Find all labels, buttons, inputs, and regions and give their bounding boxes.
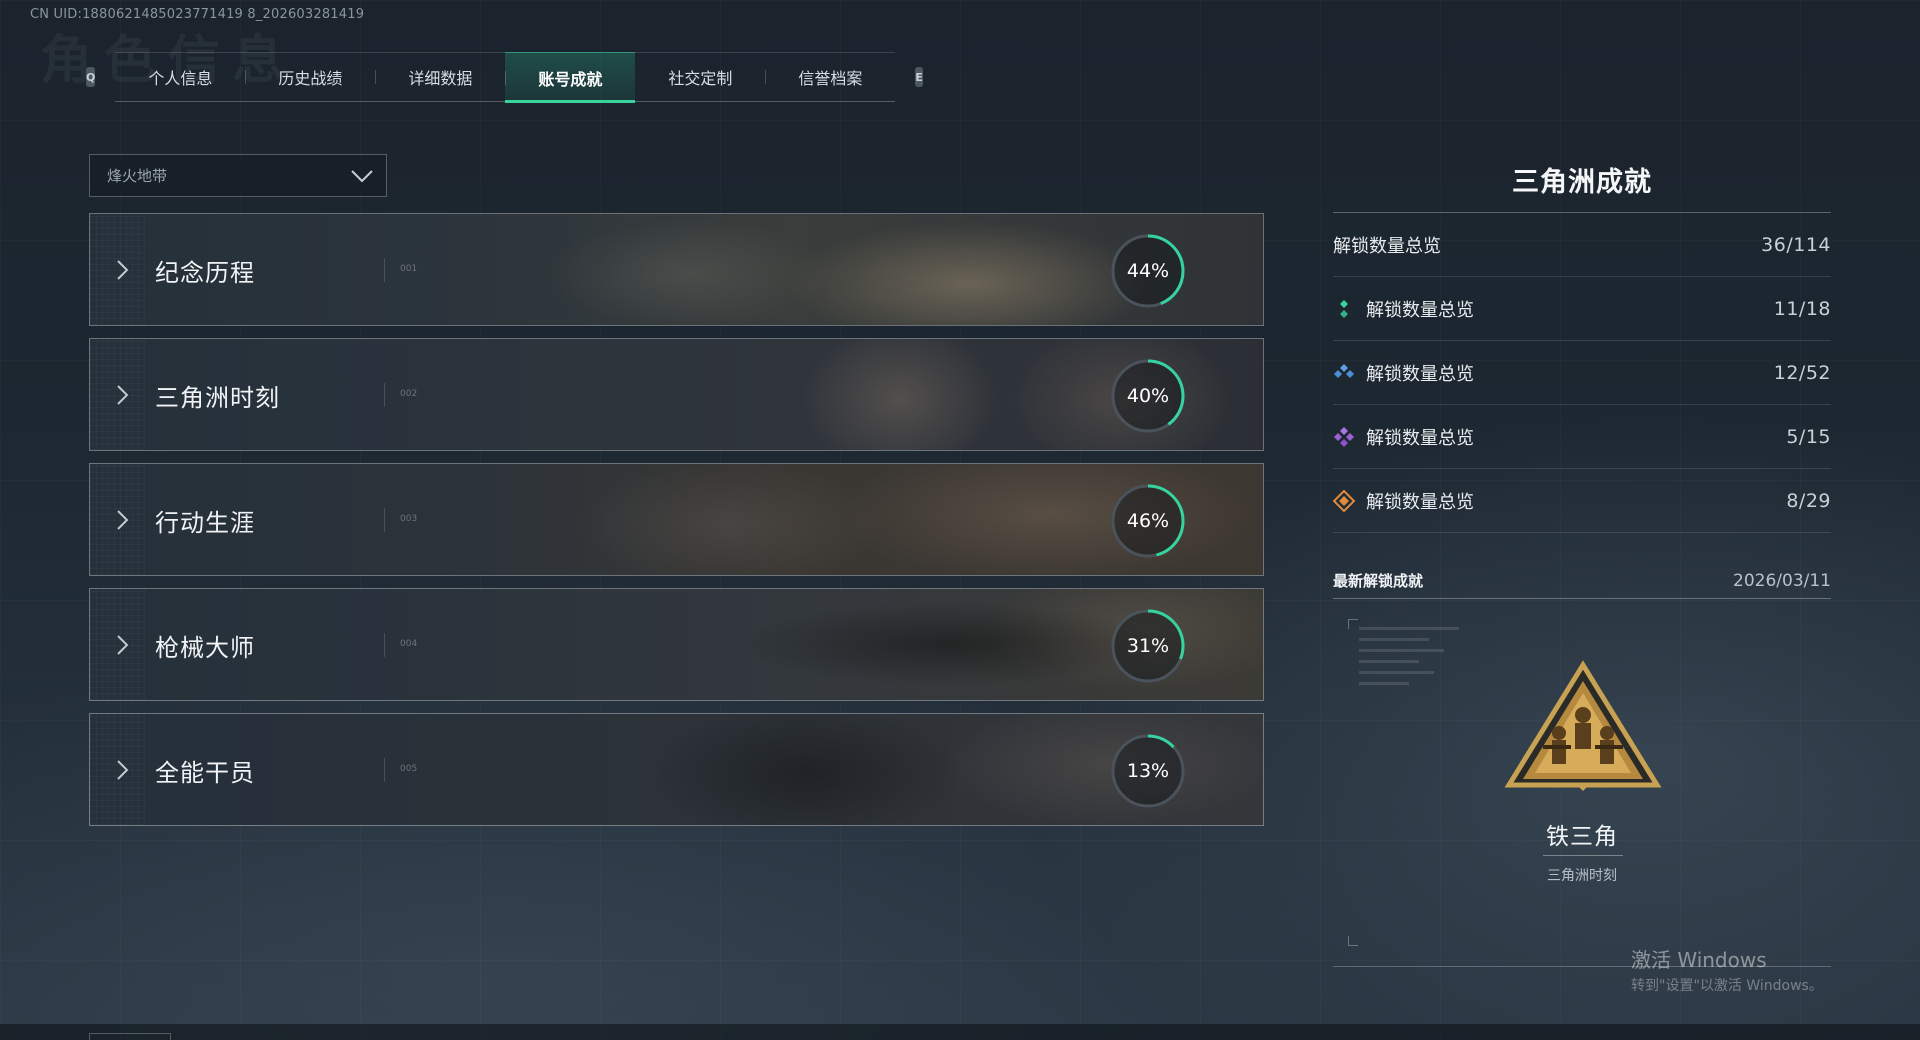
bottom-tab <box>89 1033 171 1040</box>
category-banner-image <box>90 464 1263 575</box>
latest-achievement-date: 2026/03/11 <box>1733 570 1831 591</box>
tier-unlock-row: 解锁数量总览 12/52 <box>1333 341 1831 405</box>
progress-percent: 40% <box>1126 385 1170 407</box>
purple-gem-icon <box>1334 426 1354 447</box>
chevron-right-icon <box>117 385 129 405</box>
tier-unlock-label: 解锁数量总览 <box>1366 299 1474 321</box>
tab-detailed-data[interactable]: 详细数据 <box>375 52 505 102</box>
tab-strip: 个人信息 历史战绩 详细数据 账号成就 社交定制 信誉档案 <box>115 52 896 103</box>
chevron-right-icon <box>117 635 129 655</box>
chevron-right-icon <box>117 760 129 780</box>
mode-select-value: 烽火地带 <box>107 167 168 185</box>
progress-percent: 31% <box>1126 635 1170 657</box>
category-code: 004 <box>400 639 418 649</box>
tab-personal-info[interactable]: 个人信息 <box>115 52 245 102</box>
category-row[interactable]: 全能干员 005 13% <box>89 713 1264 826</box>
category-code: 003 <box>400 514 418 524</box>
category-code: 002 <box>400 389 418 399</box>
tier-unlock-row: 解锁数量总览 8/29 <box>1333 469 1831 533</box>
latest-achievement-card[interactable]: 铁三角 三角洲时刻 <box>1333 599 1831 967</box>
latest-achievement-category: 三角洲时刻 <box>1547 868 1617 884</box>
category-code: 005 <box>400 764 418 774</box>
category-title: 纪念历程 <box>155 259 255 287</box>
green-gem-icon <box>1340 299 1348 318</box>
chevron-right-icon <box>117 260 129 280</box>
tier-unlock-label: 解锁数量总览 <box>1366 363 1474 385</box>
latest-achievement-label: 最新解锁成就 <box>1333 572 1424 590</box>
category-title: 枪械大师 <box>155 634 255 662</box>
tab-credit-profile[interactable]: 信誉档案 <box>765 52 895 102</box>
tab-account-achievements[interactable]: 账号成就 <box>505 52 636 103</box>
total-unlock-label: 解锁数量总览 <box>1333 235 1441 257</box>
panel-title: 三角洲成就 <box>1512 167 1652 198</box>
progress-percent: 13% <box>1126 760 1170 782</box>
category-title: 三角洲时刻 <box>155 384 280 412</box>
category-banner-image <box>90 589 1263 700</box>
tier-unlock-value: 8/29 <box>1786 489 1831 512</box>
iron-triangle-emblem-icon <box>1504 660 1662 791</box>
uid-label: CN UID:1880621485023771419 8_20260328141… <box>30 7 365 22</box>
q-key-hint[interactable]: Q <box>86 67 96 87</box>
tier-unlock-row: 解锁数量总览 11/18 <box>1333 277 1831 341</box>
latest-achievement-name: 铁三角 <box>1546 824 1618 850</box>
tab-match-history[interactable]: 历史战绩 <box>245 52 375 102</box>
progress-percent: 44% <box>1126 260 1170 282</box>
achievement-category-list: 纪念历程 001 44% 三角洲时刻 002 40% 行动生涯 003 46% … <box>89 213 1264 838</box>
category-row[interactable]: 行动生涯 003 46% <box>89 463 1264 576</box>
tier-unlock-value: 5/15 <box>1786 425 1831 448</box>
mode-select[interactable]: 烽火地带 <box>89 154 387 197</box>
category-title: 全能干员 <box>155 759 255 787</box>
tier-unlock-label: 解锁数量总览 <box>1366 491 1474 513</box>
category-banner-image <box>90 714 1263 825</box>
category-row[interactable]: 枪械大师 004 31% <box>89 588 1264 701</box>
tier-unlock-row: 解锁数量总览 5/15 <box>1333 405 1831 469</box>
category-row[interactable]: 纪念历程 001 44% <box>89 213 1264 326</box>
blue-gem-icon <box>1334 363 1354 378</box>
tab-bar: Q 个人信息 历史战绩 详细数据 账号成就 社交定制 信誉档案 E <box>86 52 923 103</box>
latest-achievement-header: 最新解锁成就 2026/03/11 <box>1333 571 1831 599</box>
tab-social-customization[interactable]: 社交定制 <box>635 52 765 102</box>
achievement-summary-panel: 三角洲成就 解锁数量总览 36/114 解锁数量总览 11/18 解锁数量总览 … <box>1333 160 1831 967</box>
tier-unlock-value: 12/52 <box>1773 361 1831 384</box>
windows-activation-watermark: 激活 Windows 转到"设置"以激活 Windows。 <box>1631 948 1823 994</box>
progress-percent: 46% <box>1126 510 1170 532</box>
bottom-bar <box>0 1024 1920 1040</box>
total-unlock-value: 36/114 <box>1761 233 1831 256</box>
tier-unlock-label: 解锁数量总览 <box>1366 427 1474 449</box>
orange-gem-icon <box>1333 489 1355 512</box>
chevron-down-icon <box>351 169 373 182</box>
chevron-right-icon <box>117 510 129 530</box>
category-row[interactable]: 三角洲时刻 002 40% <box>89 338 1264 451</box>
category-banner-image <box>90 214 1263 325</box>
tier-unlock-value: 11/18 <box>1773 297 1831 320</box>
category-code: 001 <box>400 264 418 274</box>
e-key-hint[interactable]: E <box>915 67 923 87</box>
category-title: 行动生涯 <box>155 509 255 537</box>
total-unlock-row: 解锁数量总览 36/114 <box>1333 213 1831 277</box>
